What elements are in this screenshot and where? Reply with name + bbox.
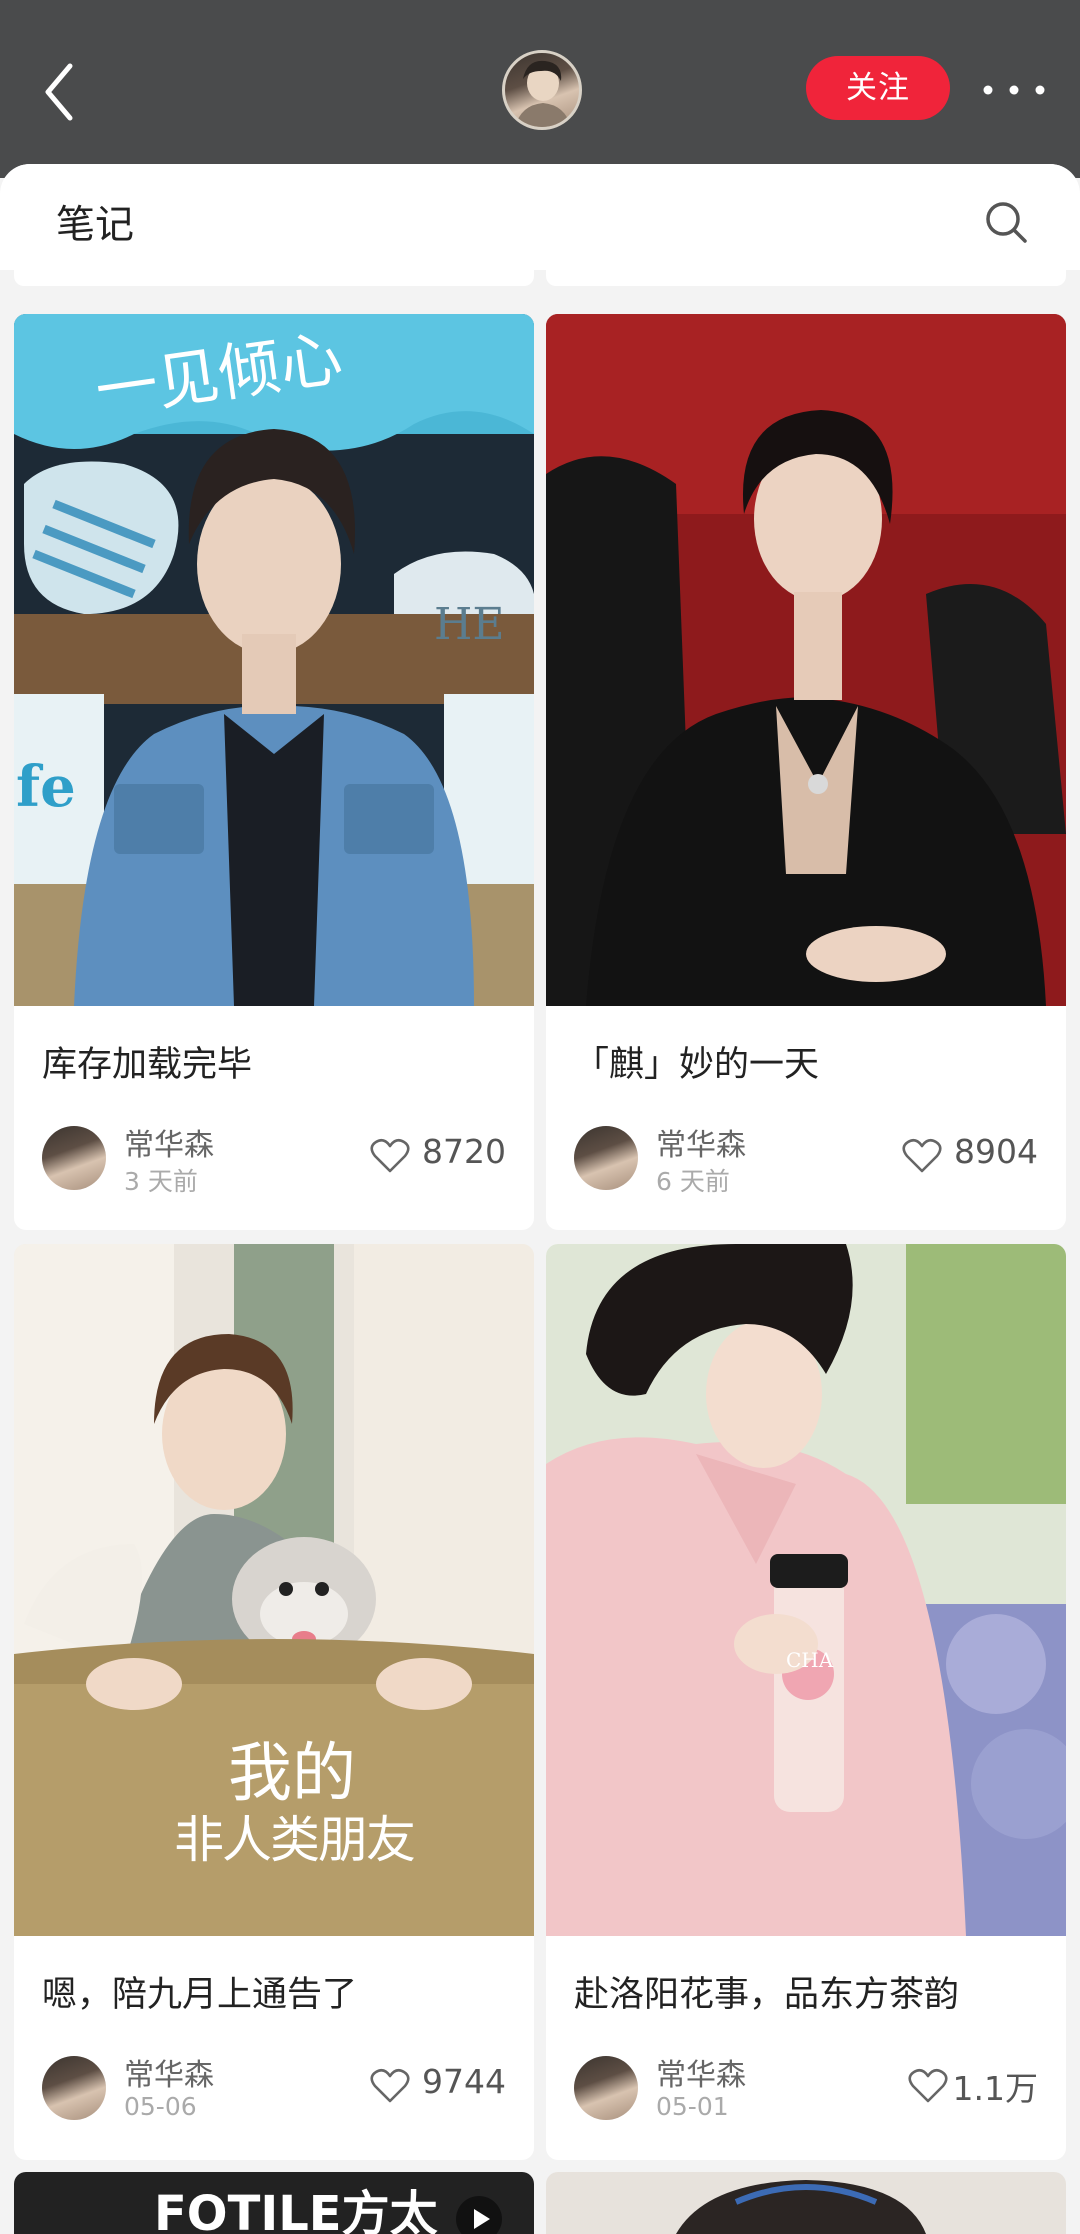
like-count: 9744 xyxy=(422,2062,506,2101)
author-name[interactable]: 常华森 xyxy=(656,2050,746,2094)
note-cover-image[interactable]: CHA xyxy=(546,1244,1066,1936)
search-button[interactable] xyxy=(982,198,1030,246)
cover-text: FOTILE方太 xyxy=(154,2186,438,2234)
notes-sheet: 笔记 一见倾心 HE fe 库存加载完毕 常华森 3 天前 8720 「麒」妙的… xyxy=(0,164,1080,2234)
profile-avatar[interactable] xyxy=(502,50,582,130)
note-title[interactable]: 赴洛阳花事，品东方茶韵 xyxy=(574,1966,959,2017)
post-time: 6 天前 xyxy=(656,1167,730,1196)
more-button[interactable] xyxy=(974,70,1054,110)
cover-text: HE xyxy=(434,599,505,650)
note-card[interactable]: CHA 赴洛阳花事，品东方茶韵 常华森 05-01 1.1万 xyxy=(546,1244,1066,2160)
notes-header: 笔记 xyxy=(0,164,1080,270)
cover-text: fe xyxy=(16,754,76,820)
author-name[interactable]: 常华森 xyxy=(124,1120,214,1164)
note-cover-image[interactable] xyxy=(546,314,1066,1006)
heart-outline-icon[interactable] xyxy=(908,2068,948,2104)
author-avatar[interactable] xyxy=(574,2056,638,2120)
author-avatar[interactable] xyxy=(574,1126,638,1190)
like-count: 8720 xyxy=(422,1132,506,1171)
note-title[interactable]: 库存加载完毕 xyxy=(42,1036,252,1087)
post-time: 05-06 xyxy=(124,2092,197,2121)
follow-button[interactable]: 关注 xyxy=(806,56,950,120)
like-count: 8904 xyxy=(954,1132,1038,1171)
cover-text: CHA xyxy=(786,1648,834,1672)
note-card[interactable]: 一见倾心 HE fe 库存加载完毕 常华森 3 天前 8720 xyxy=(14,314,534,1230)
post-time: 3 天前 xyxy=(124,1167,198,1196)
note-card[interactable] xyxy=(546,2172,1066,2234)
post-time: 05-01 xyxy=(656,2092,729,2121)
play-icon[interactable] xyxy=(454,2194,504,2234)
more-dots-icon xyxy=(983,85,1045,95)
note-card[interactable]: FOTILE方太 xyxy=(14,2172,534,2234)
heart-outline-icon[interactable] xyxy=(902,1138,942,1174)
like-count: 1.1万 xyxy=(952,2069,1038,2108)
cover-text: 非人类朋友 xyxy=(174,1811,416,1869)
chevron-left-icon xyxy=(45,63,73,121)
note-title[interactable]: 「麒」妙的一天 xyxy=(574,1036,819,1087)
search-icon xyxy=(986,202,1027,243)
heart-outline-icon[interactable] xyxy=(370,1138,410,1174)
author-name[interactable]: 常华森 xyxy=(656,1120,746,1164)
note-title[interactable]: 嗯，陪九月上通告了 xyxy=(42,1966,357,2017)
previous-card-edge xyxy=(14,270,534,286)
author-avatar[interactable] xyxy=(42,1126,106,1190)
note-cover-image[interactable]: 一见倾心 HE fe xyxy=(14,314,534,1006)
heart-outline-icon[interactable] xyxy=(370,2068,410,2104)
top-bar: 关注 xyxy=(0,0,1080,178)
note-cover-image[interactable]: 我的 非人类朋友 xyxy=(14,1244,534,1936)
note-card[interactable]: 「麒」妙的一天 常华森 6 天前 8904 xyxy=(546,314,1066,1230)
back-button[interactable] xyxy=(34,58,94,128)
author-avatar[interactable] xyxy=(42,2056,106,2120)
author-name[interactable]: 常华森 xyxy=(124,2050,214,2094)
note-card[interactable]: 我的 非人类朋友 嗯，陪九月上通告了 常华森 05-06 9744 xyxy=(14,1244,534,2160)
section-title: 笔记 xyxy=(56,203,135,248)
previous-card-edge xyxy=(546,270,1066,286)
